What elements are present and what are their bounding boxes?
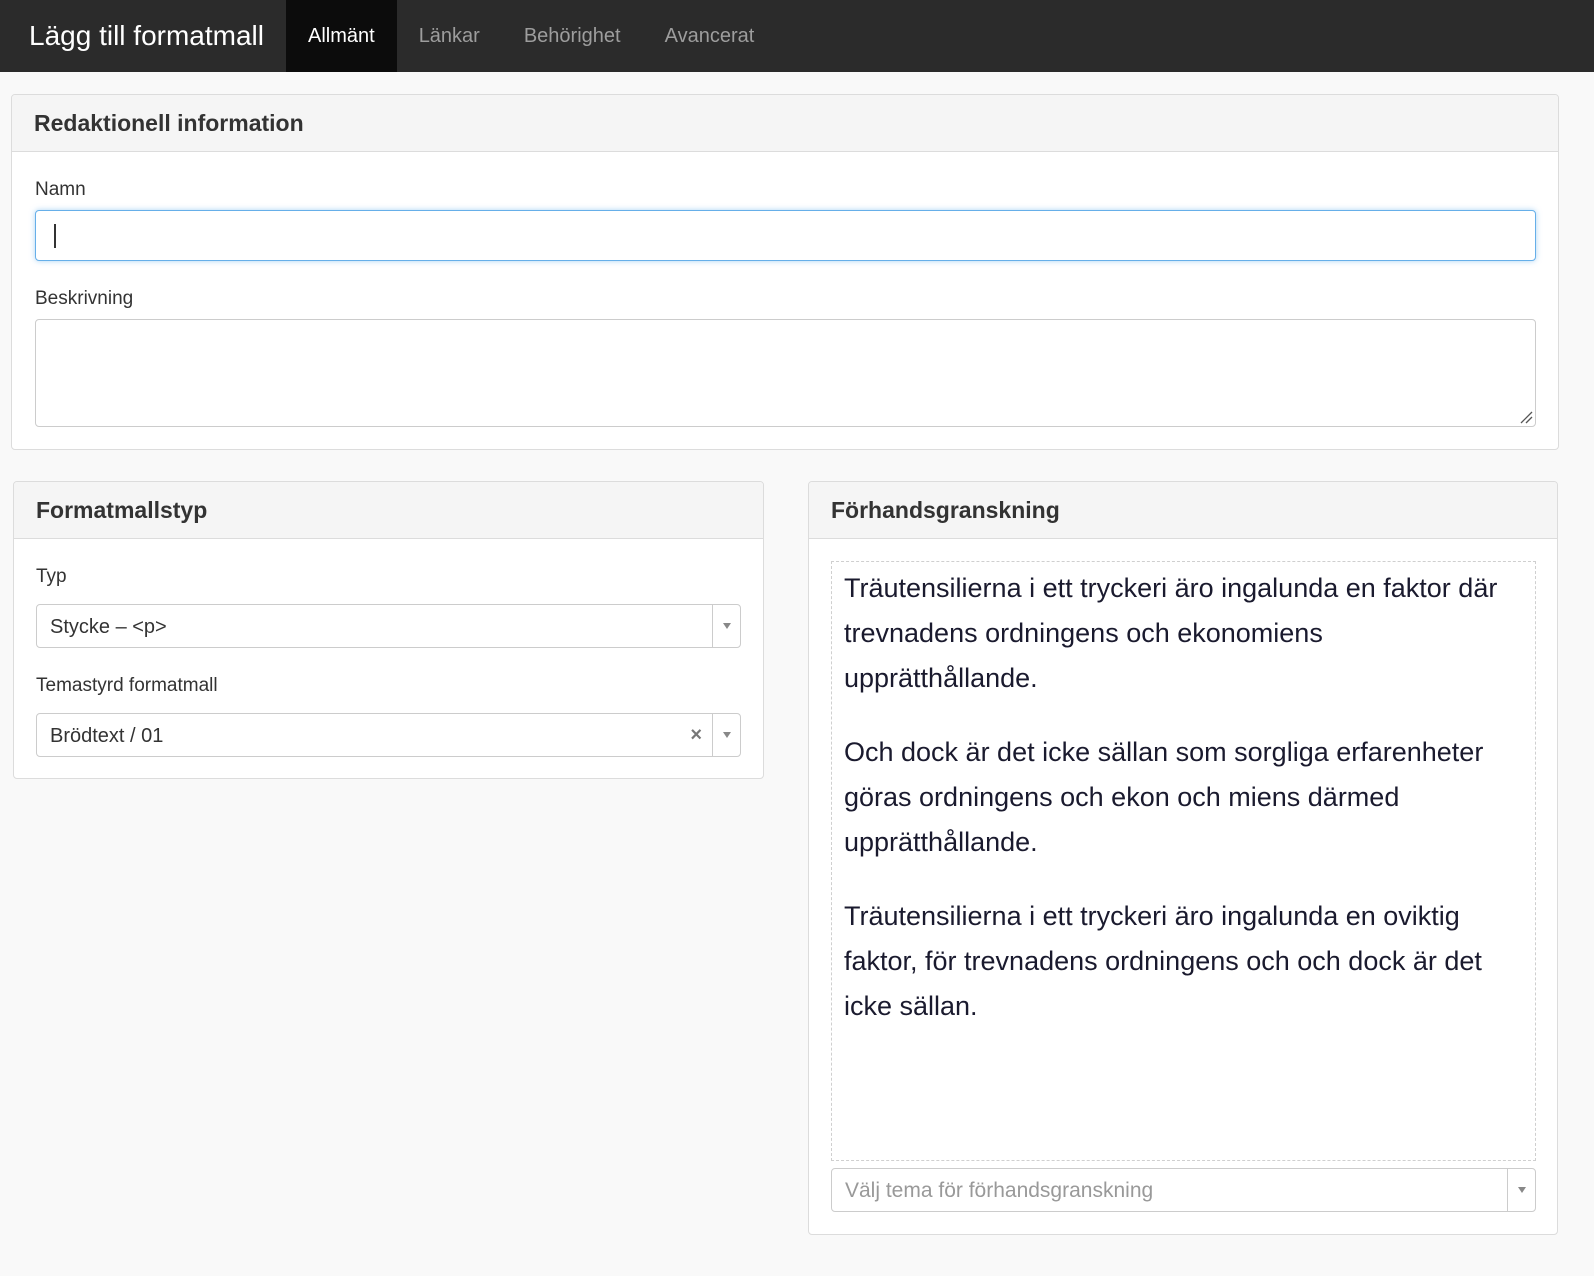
style-type-panel: Formatmallstyp Typ Stycke – <p> Temastyr… [13,481,764,779]
tab-avancerat[interactable]: Avancerat [643,0,777,72]
text-cursor [54,224,56,248]
theme-dropdown-arrow[interactable] [712,714,740,756]
tab-allmant[interactable]: Allmänt [285,0,397,72]
tab-lankar[interactable]: Länkar [397,0,502,72]
name-input[interactable] [35,210,1536,261]
name-label: Namn [35,179,86,200]
editorial-heading: Redaktionell information [12,95,1558,152]
resize-handle-icon[interactable] [1519,410,1533,424]
type-label: Typ [36,566,67,587]
preview-content: Träutensilierna i ett tryckeri äro ingal… [831,561,1536,1161]
description-label: Beskrivning [35,288,134,309]
preview-theme-select[interactable]: Välj tema för förhandsgranskning [831,1168,1536,1212]
clear-icon[interactable]: × [690,714,702,756]
theme-style-value: Brödtext / 01 [50,725,164,747]
description-textarea[interactable] [35,319,1536,427]
chevron-down-icon [722,623,731,629]
style-type-heading: Formatmallstyp [14,482,763,539]
theme-style-select[interactable]: Brödtext / 01 × [36,713,741,757]
preview-paragraph: Och dock är det icke sällan som sorgliga… [844,737,1484,857]
preview-heading: Förhandsgranskning [809,482,1557,539]
type-select-value: Stycke – <p> [50,616,167,638]
chevron-down-icon [722,732,731,738]
preview-panel: Förhandsgranskning Träutensilierna i ett… [808,481,1558,1235]
page-title: Lägg till formatmall [29,20,264,51]
top-navbar: Lägg till formatmall Allmänt Länkar Behö… [0,0,1594,72]
type-dropdown-arrow[interactable] [712,605,740,647]
preview-paragraph: Träutensilierna i ett tryckeri äro ingal… [844,573,1498,693]
theme-style-label: Temastyrd formatmall [36,675,218,696]
preview-paragraph: Träutensilierna i ett tryckeri äro ingal… [844,901,1482,1021]
chevron-down-icon [1517,1187,1526,1193]
preview-theme-placeholder: Välj tema för förhandsgranskning [845,1179,1154,1202]
preview-theme-dropdown-arrow[interactable] [1507,1169,1535,1211]
editorial-panel: Redaktionell information Namn Beskrivnin… [11,94,1559,450]
tab-behorighet[interactable]: Behörighet [502,0,643,72]
type-select[interactable]: Stycke – <p> [36,604,741,648]
